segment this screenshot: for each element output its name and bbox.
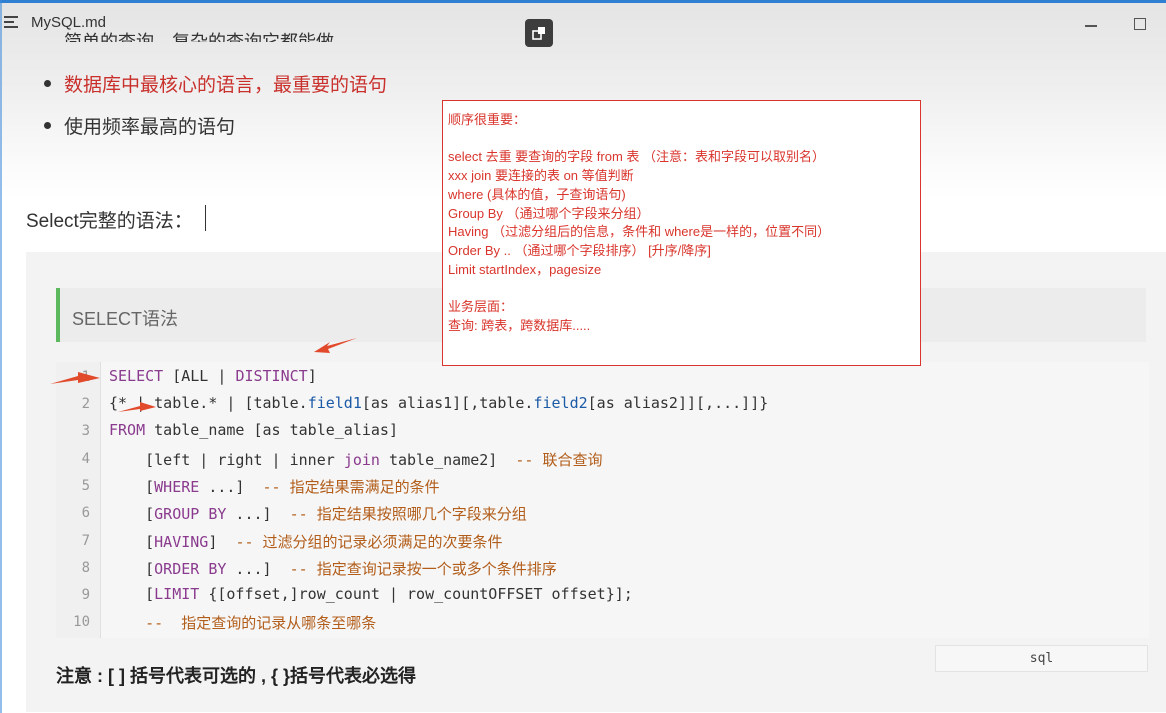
heading-select-syntax: Select完整的语法： [26, 211, 193, 232]
section-title: SELECT语法 [72, 309, 179, 329]
code-line: [LIMIT {[offset,]row_count | row_countOF… [109, 585, 633, 603]
menu-icon[interactable] [4, 16, 20, 30]
bullet-text: 数据库中最核心的语言，最重要的语句 [64, 75, 388, 96]
code-line: -- 指定查询的记录从哪条至哪条 [145, 614, 377, 632]
bullet-text: 使用频率最高的语句 [64, 117, 236, 138]
code-line: [left | right | inner join table_name2] … [109, 451, 603, 469]
line-number: 6 [81, 505, 90, 521]
line-number: 3 [81, 423, 90, 439]
code-line: [GROUP BY ...] -- 指定结果按照哪几个字段来分组 [109, 505, 527, 523]
text-cursor [205, 205, 206, 231]
partial-text-line: 简单的查询，复杂的查询它都能做 [64, 32, 334, 42]
annotation-line: xxx join 要连接的表 on 等值判断 [448, 168, 634, 184]
bullet-dot [44, 122, 51, 129]
arrow-icon [118, 402, 156, 412]
line-number: 2 [81, 396, 90, 412]
minimize-icon[interactable] [1085, 25, 1097, 27]
line-number: 7 [81, 533, 90, 549]
window-top-border [0, 0, 1166, 3]
maximize-icon[interactable] [1134, 18, 1146, 30]
line-number: 10 [73, 614, 90, 630]
line-number: 8 [81, 560, 90, 576]
arrow-icon [50, 372, 100, 384]
code-line: {* | table.* | [table.field1[as alias1][… [109, 394, 769, 412]
line-number: 4 [81, 451, 90, 467]
annotation-line: 顺序很重要： [448, 112, 527, 127]
code-line: [ORDER BY ...] -- 指定查询记录按一个或多个条件排序 [109, 560, 557, 578]
code-line: [HAVING] -- 过滤分组的记录必须满足的次要条件 [109, 533, 503, 551]
annotation-line: Limit startIndex，pagesize [448, 261, 602, 277]
code-line: FROM table_name [as table_alias] [109, 421, 398, 439]
code-language-label[interactable]: sql [935, 645, 1148, 672]
bullet-dot [44, 80, 51, 87]
annotation-line: Group By （通过哪个字段来分组） [448, 205, 650, 221]
arrow-icon [314, 338, 357, 353]
restore-icon[interactable] [525, 19, 553, 47]
note-text: 注意 : [ ] 括号代表可选的 , { }括号代表必选得 [56, 666, 416, 686]
annotation-line: where (具体的值，子查询语句) [448, 186, 626, 202]
code-line: SELECT [ALL | DISTINCT] [109, 367, 317, 385]
annotation-line: Order By .. （通过哪个字段排序） [升序/降序] [448, 242, 711, 258]
code-line: [WHERE ...] -- 指定结果需满足的条件 [109, 478, 440, 496]
line-number: 9 [81, 587, 90, 603]
annotation-line: select 去重 要查询的字段 from 表 （注意：表和字段可以取别名） [448, 149, 826, 165]
window-left-border [0, 0, 2, 713]
line-number: 5 [81, 478, 90, 494]
annotation-line: 查询: 跨表，跨数据库..... [448, 317, 591, 333]
annotation-line: 业务层面： [448, 299, 514, 314]
annotation-line: Having （过滤分组后的信息，条件和 where是一样的，位置不同） [448, 224, 831, 240]
